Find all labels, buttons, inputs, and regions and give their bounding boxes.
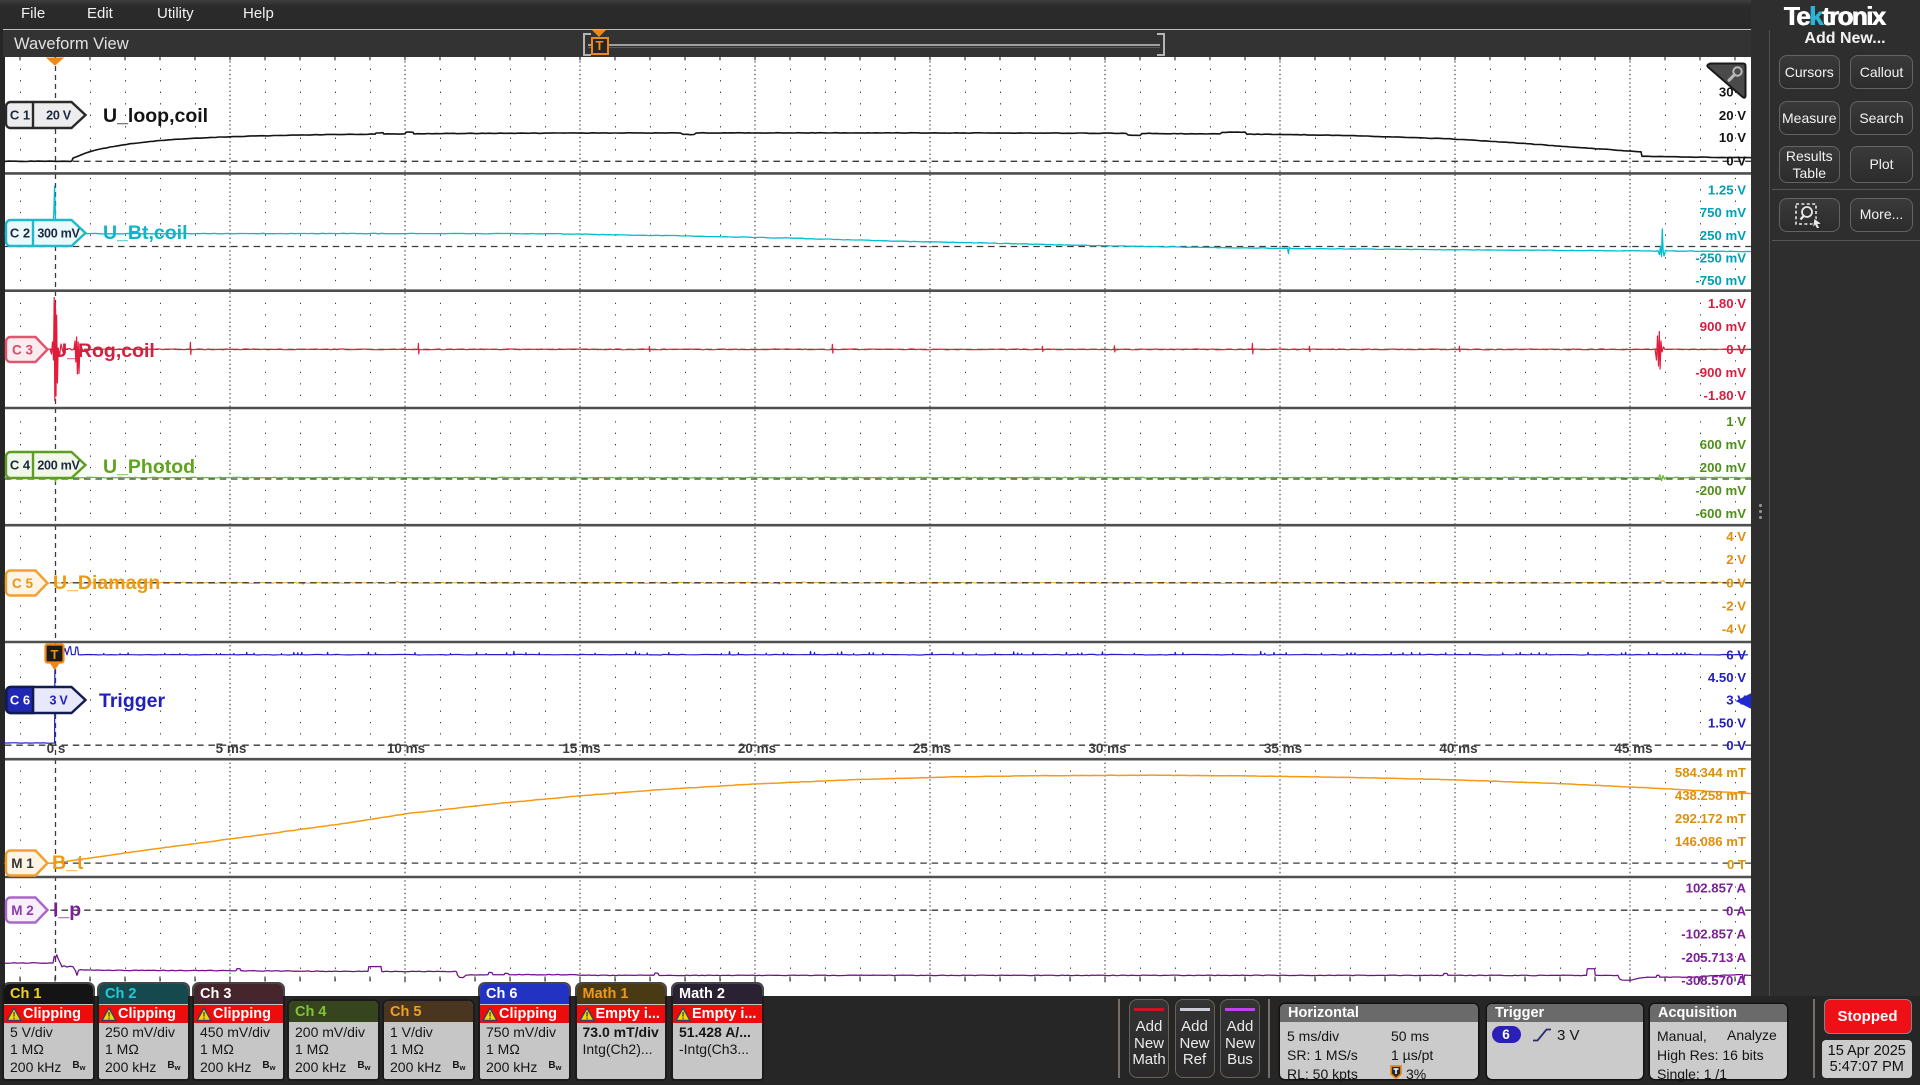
svg-text:6 V: 6 V <box>1726 647 1746 662</box>
svg-text:0 V: 0 V <box>1726 738 1746 753</box>
svg-text:U_loop,coil: U_loop,coil <box>103 105 208 127</box>
svg-text:T: T <box>51 647 59 662</box>
svg-text:0 T: 0 T <box>1727 857 1746 872</box>
svg-text:1 V: 1 V <box>1726 414 1746 429</box>
svg-text:M 1: M 1 <box>11 856 34 871</box>
svg-text:20 V: 20 V <box>46 109 72 123</box>
svg-text:1.50 V: 1.50 V <box>1708 715 1746 730</box>
svg-text:C 3: C 3 <box>12 343 34 358</box>
svg-text:-600 mV: -600 mV <box>1695 506 1746 521</box>
svg-text:146.086 mT: 146.086 mT <box>1675 834 1746 849</box>
svg-text:1.25 V: 1.25 V <box>1708 183 1746 198</box>
svg-text:102.857 A: 102.857 A <box>1686 880 1747 895</box>
svg-text:U_Rog,coil: U_Rog,coil <box>53 340 155 362</box>
svg-text:10 ms: 10 ms <box>387 741 425 756</box>
svg-text:-205.713 A: -205.713 A <box>1681 950 1746 965</box>
svg-text:40 ms: 40 ms <box>1439 741 1477 756</box>
svg-text:C 1: C 1 <box>10 108 30 123</box>
svg-text:1.80 V: 1.80 V <box>1708 296 1746 311</box>
svg-text:0 A: 0 A <box>1726 904 1747 919</box>
svg-text:-900 mV: -900 mV <box>1695 365 1746 380</box>
svg-text:C 6: C 6 <box>10 693 30 708</box>
svg-text:B_t: B_t <box>52 852 84 874</box>
svg-text:10 V: 10 V <box>1719 130 1746 145</box>
svg-text:25 ms: 25 ms <box>913 741 951 756</box>
svg-text:900 mV: 900 mV <box>1700 319 1746 334</box>
svg-text:3 V: 3 V <box>49 694 68 708</box>
svg-text:-2 V: -2 V <box>1722 599 1746 614</box>
svg-text:-200 mV: -200 mV <box>1695 483 1746 498</box>
svg-text:-102.857 A: -102.857 A <box>1681 927 1746 942</box>
svg-text:20 V: 20 V <box>1719 108 1746 123</box>
svg-text:45 ms: 45 ms <box>1614 741 1652 756</box>
svg-text:C 5: C 5 <box>12 576 34 591</box>
svg-text:0 V: 0 V <box>1726 342 1746 357</box>
svg-text:292.172 mT: 292.172 mT <box>1675 811 1746 826</box>
svg-text:-250 mV: -250 mV <box>1695 251 1746 266</box>
svg-text:750 mV: 750 mV <box>1700 205 1746 220</box>
svg-text:-1.80 V: -1.80 V <box>1703 388 1746 403</box>
svg-text:200 mV: 200 mV <box>1700 460 1746 475</box>
svg-text:15 ms: 15 ms <box>562 741 600 756</box>
svg-text:C 4: C 4 <box>10 458 31 473</box>
svg-text:20 ms: 20 ms <box>738 741 776 756</box>
svg-text:600 mV: 600 mV <box>1700 437 1746 452</box>
svg-text:35 ms: 35 ms <box>1264 741 1302 756</box>
svg-text:-750 mV: -750 mV <box>1695 273 1746 288</box>
svg-text:M 2: M 2 <box>11 903 34 918</box>
svg-text:300 mV: 300 mV <box>37 227 80 241</box>
svg-text:C 2: C 2 <box>10 226 30 241</box>
svg-text:30 ms: 30 ms <box>1088 741 1126 756</box>
svg-text:0 V: 0 V <box>1726 576 1746 591</box>
svg-text:0 V: 0 V <box>1726 153 1746 168</box>
svg-text:U_Diamagn: U_Diamagn <box>53 572 160 594</box>
svg-text:Trigger: Trigger <box>99 690 166 712</box>
svg-text:2 V: 2 V <box>1726 552 1746 567</box>
svg-text:-308.570 A: -308.570 A <box>1681 973 1746 988</box>
svg-text:4.50 V: 4.50 V <box>1708 670 1746 685</box>
svg-text:U_Bt,coil: U_Bt,coil <box>103 222 188 244</box>
svg-text:438.258 mT: 438.258 mT <box>1675 788 1746 803</box>
svg-text:0 s: 0 s <box>47 741 66 756</box>
svg-text:-4 V: -4 V <box>1722 621 1746 636</box>
svg-text:U_Photod: U_Photod <box>103 456 195 478</box>
svg-text:4 V: 4 V <box>1726 529 1746 544</box>
svg-text:250 mV: 250 mV <box>1700 228 1746 243</box>
svg-text:200 mV: 200 mV <box>37 459 80 473</box>
svg-text:I_p: I_p <box>53 899 81 921</box>
svg-text:584.344 mT: 584.344 mT <box>1675 765 1746 780</box>
svg-text:5 ms: 5 ms <box>216 741 247 756</box>
